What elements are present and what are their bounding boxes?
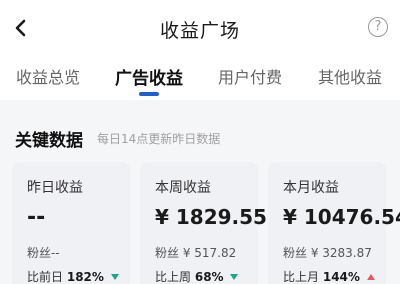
card-amount: ¥ 1829.55 (155, 205, 267, 229)
card-fans: 粉丝 ¥ 3283.87 (283, 246, 372, 260)
card-this-month[interactable]: 本月收益 ¥ 10476.54 粉丝 ¥ 3283.87 比上月 144% (268, 162, 400, 284)
compare-prefix: 比上周 (155, 270, 192, 284)
trend-down-icon (230, 274, 239, 280)
help-circle-icon[interactable]: ? (368, 17, 388, 37)
compare-prefix: 比前日 (27, 270, 64, 284)
card-yesterday[interactable]: 昨日收益 -- 粉丝-- 比前日 182% (12, 162, 130, 284)
card-label: 昨日收益 (27, 180, 83, 196)
card-compare: 比上月 144% (283, 268, 375, 284)
card-amount: ¥ 10476.54 (283, 205, 400, 229)
top-bar: 收益广场 ? (0, 0, 400, 58)
trend-up-icon (366, 274, 375, 280)
trend-down-icon (110, 274, 119, 280)
tab-user-payment[interactable]: 用户付费 (218, 64, 282, 88)
tab-bar: 收益总览 广告收益 用户付费 其他收益 (0, 58, 400, 100)
card-label: 本周收益 (155, 180, 211, 196)
card-compare: 比上周 68% (155, 268, 239, 284)
compare-value: 68% (194, 270, 224, 284)
card-fans: 粉丝-- (27, 246, 60, 260)
compare-prefix: 比上月 (283, 270, 320, 284)
section-subtitle: 每日14点更新昨日数据 (97, 132, 221, 146)
page-title: 收益广场 (159, 20, 240, 42)
tab-ad-revenue[interactable]: 广告收益 (115, 64, 183, 89)
tab-other-revenue[interactable]: 其他收益 (318, 64, 382, 88)
content-area: 关键数据 每日14点更新昨日数据 昨日收益 -- 粉丝-- 比前日 182% 本… (0, 100, 400, 284)
card-label: 本月收益 (283, 180, 339, 196)
card-amount: -- (27, 205, 46, 230)
card-fans: 粉丝 ¥ 517.82 (155, 246, 237, 260)
compare-value: 144% (322, 270, 360, 284)
card-this-week[interactable]: 本周收益 ¥ 1829.55 粉丝 ¥ 517.82 比上周 68% (140, 162, 267, 284)
active-tab-indicator (139, 92, 159, 96)
tab-overview[interactable]: 收益总览 (16, 64, 80, 88)
compare-value: 182% (66, 270, 104, 284)
section-title: 关键数据 (15, 131, 83, 151)
card-compare: 比前日 182% (27, 268, 119, 284)
